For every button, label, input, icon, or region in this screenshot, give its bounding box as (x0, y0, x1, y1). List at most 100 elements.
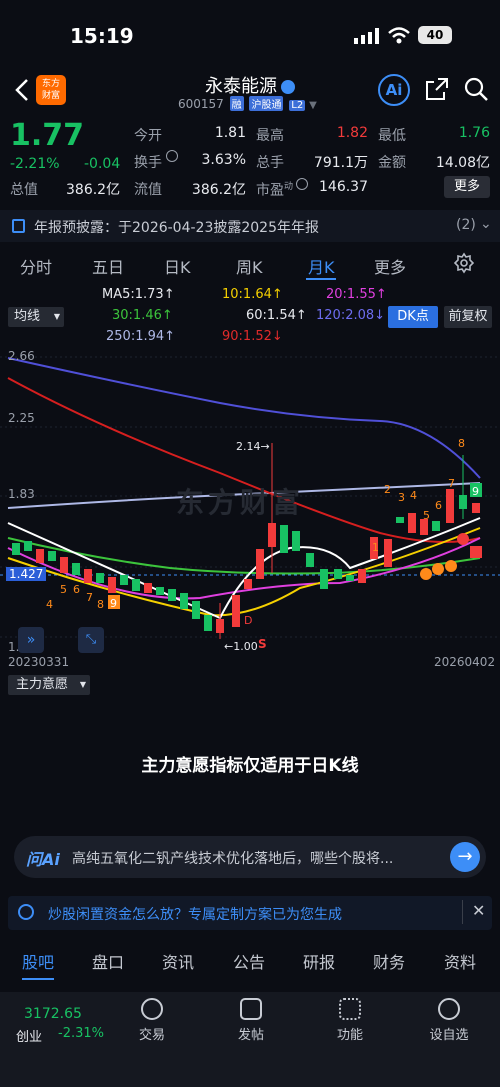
more-button[interactable]: 更多 (444, 176, 490, 198)
info-badge-icon[interactable] (281, 80, 295, 94)
volume-label: 总手 (256, 155, 284, 171)
info-icon[interactable] (166, 150, 178, 162)
svg-text:2: 2 (384, 483, 391, 496)
nav-functions[interactable]: 功能 (310, 992, 390, 1043)
svg-text:7: 7 (86, 591, 93, 604)
status-bar: 15:19 40 (0, 0, 500, 70)
ai-suggestion: 高纯五氧化二钒产线技术优化落地后，哪些个股将... (72, 851, 394, 867)
tab-announcement[interactable]: 公告 (233, 949, 265, 973)
chevron-down-icon[interactable]: ▼ (309, 100, 317, 111)
low-value: 1.76 (458, 125, 490, 141)
stock-code: 600157 (178, 97, 224, 111)
share-icon[interactable] (424, 76, 450, 102)
adjust-button[interactable]: 前复权 (444, 306, 492, 328)
arrow-right-icon[interactable]: → (450, 842, 480, 872)
tab-daily-k[interactable]: 日K (164, 254, 191, 278)
tab-research[interactable]: 研报 (303, 949, 335, 973)
tab-5day[interactable]: 五日 (92, 254, 124, 278)
pe-info-icon[interactable] (296, 178, 308, 190)
amount-value: 14.08亿 (435, 155, 490, 171)
indicator-message: 主力意愿指标仅适用于日K线 (141, 756, 359, 776)
turnover-value: 3.63% (201, 152, 246, 168)
mktcap-value: 386.2亿 (66, 182, 121, 198)
float-label: 流值 (134, 182, 162, 198)
ma90-label: 90:1.52↓ (222, 329, 283, 344)
ma10-label: 10:1.64↑ (222, 287, 283, 302)
ma120-label: 120:2.08↓ (316, 308, 386, 323)
open-label: 今开 (134, 128, 162, 144)
margin-tag: 融 (229, 96, 244, 111)
ma30-label: 30:1.46↑ (112, 308, 173, 323)
tab-pankou[interactable]: 盘口 (92, 949, 124, 973)
tab-intraday[interactable]: 分时 (20, 254, 52, 278)
svg-text:8: 8 (97, 598, 104, 611)
index-name: 创业 (16, 1030, 43, 1045)
ma60-label: 60:1.54↑ (246, 308, 307, 323)
content-tabs: 股吧 盘口 资讯 公告 研报 财务 资料 (0, 940, 500, 984)
indicator-panel: 主力意愿 ▼ 主力意愿指标仅适用于日K线 (0, 673, 500, 823)
indicator-dropdown[interactable]: 主力意愿 ▼ (8, 675, 90, 695)
ma20-label: 20:1.55↑ (326, 287, 387, 302)
nav-add-watchlist[interactable]: 设自选 (409, 992, 489, 1043)
ma5-label: MA5:1.73↑ (102, 287, 175, 302)
low-label: 最低 (378, 128, 406, 144)
tab-monthly-k[interactable]: 月K (308, 254, 335, 278)
change-pct: -2.21% (10, 156, 60, 172)
svg-text:3: 3 (398, 491, 405, 504)
tab-more[interactable]: 更多 (374, 254, 406, 278)
search-icon[interactable] (463, 76, 489, 102)
ma-dropdown[interactable]: 均线 ▼ (8, 307, 64, 327)
tab-underline (22, 978, 54, 980)
date-start: 20230331 (8, 655, 70, 669)
level2-tag: L2 (289, 100, 306, 111)
ai-logo: 问Ai (26, 850, 60, 869)
fullscreen-icon[interactable]: ⤡ (78, 627, 104, 653)
high-value: 1.82 (336, 125, 368, 141)
sell-marker: S (258, 637, 267, 651)
tab-weekly-k[interactable]: 周K (236, 254, 263, 278)
dk-point-button[interactable]: DK点 (388, 306, 438, 328)
nav-trade[interactable]: 交易 (112, 992, 192, 1043)
tab-guba[interactable]: 股吧 (22, 949, 54, 973)
float-value: 386.2亿 (191, 182, 246, 198)
index-change: -2.31% (58, 1026, 104, 1041)
mktcap-label: 总值 (10, 182, 38, 198)
connect-tag: 沪股通 (249, 96, 284, 111)
bottom-nav: 3172.65 创业 -2.31% 交易 发帖 功能 设自选 (0, 992, 500, 1087)
grid-icon (339, 998, 361, 1020)
nav-post[interactable]: 发帖 (211, 992, 291, 1043)
svg-text:9: 9 (472, 485, 479, 498)
period-tabs: 分时 五日 日K 周K 月K 更多 (0, 244, 500, 282)
kline-chart-area[interactable]: 均线 ▼ MA5:1.73↑ 10:1.64↑ 20:1.55↑ 30:1.46↑… (0, 283, 500, 673)
amount-label: 金额 (378, 155, 406, 171)
clock: 15:19 (70, 24, 134, 48)
ai-ask-bar[interactable]: 问Ai 高纯五氧化二钒产线技术优化落地后，哪些个股将... → (14, 836, 486, 878)
tab-news[interactable]: 资讯 (162, 949, 194, 973)
promo-banner[interactable]: 炒股闲置资金怎么放？专属定制方案已为您生成 ✕ (8, 896, 492, 930)
tab-finance[interactable]: 财务 (373, 949, 405, 973)
svg-text:7: 7 (448, 477, 455, 490)
svg-text:6: 6 (73, 583, 80, 596)
expand-icon[interactable]: » (18, 627, 44, 653)
low-marker: ←1.00 (224, 640, 258, 653)
volume-value: 791.1万 (313, 155, 368, 171)
turnover-label: 换手 (134, 155, 162, 171)
notice-bar[interactable]: 年报预披露：于2026-04-23披露2025年年报 (2) ⌄ (0, 210, 500, 242)
signal-icon (354, 28, 379, 44)
promo-icon (18, 904, 34, 920)
tab-profile[interactable]: 资料 (444, 949, 476, 973)
watermark: 东方财富 (176, 486, 305, 519)
close-icon[interactable]: ✕ (472, 901, 485, 920)
pe-value: 146.37 (319, 179, 368, 195)
chevron-down-icon: ⌄ (480, 216, 492, 232)
y-label-2: 2.25 (8, 411, 35, 425)
gear-icon[interactable] (453, 252, 475, 274)
svg-text:4: 4 (46, 598, 53, 611)
ai-button[interactable]: Ai (378, 74, 410, 106)
tab-underline (306, 278, 336, 280)
candles (12, 443, 480, 639)
svg-text:9: 9 (110, 597, 117, 610)
svg-text:4: 4 (410, 489, 417, 502)
ma250-label: 250:1.94↑ (106, 329, 176, 344)
svg-text:5: 5 (60, 583, 67, 596)
